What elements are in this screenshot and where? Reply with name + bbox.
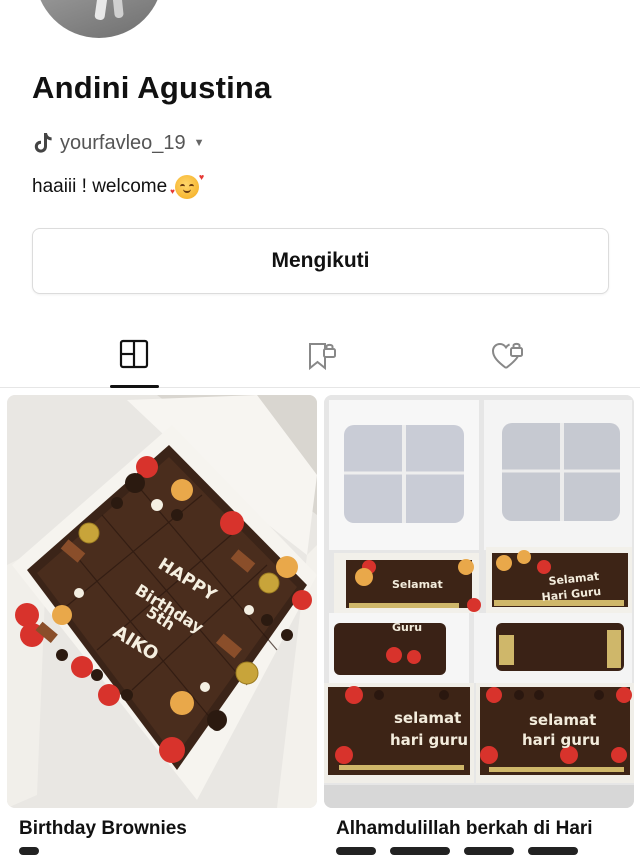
post-thumbnail[interactable]: HAPPY Birthday 5th AIKO bbox=[7, 395, 317, 808]
heart-lock-icon bbox=[491, 342, 523, 369]
cake-text-selamat: selamat bbox=[529, 711, 596, 729]
profile-name: Andini Agustina bbox=[32, 70, 272, 105]
post-meta-cropped bbox=[19, 847, 299, 855]
bookmark-lock-icon bbox=[309, 343, 336, 371]
post-card[interactable]: HAPPY Birthday 5th AIKO Birthday Brownie… bbox=[7, 395, 317, 855]
cake-text-selamat: selamat bbox=[394, 709, 461, 727]
post-title: Alhamdulillah berkah di Hari bbox=[336, 818, 593, 839]
grid-layout-icon bbox=[119, 339, 149, 369]
profile-tabs bbox=[0, 330, 640, 388]
brownie-boxes-photo: Selamat Selamat Hari Guru Guru selamat h… bbox=[324, 395, 634, 808]
cake-text-selamat: Selamat bbox=[392, 578, 443, 591]
cake-text-hari-guru: hari guru bbox=[522, 731, 600, 749]
post-thumbnail[interactable]: Selamat Selamat Hari Guru Guru selamat h… bbox=[324, 395, 634, 808]
avatar-photo-detail bbox=[94, 0, 110, 21]
tiktok-handle[interactable]: yourfavleo_19 ▼ bbox=[32, 130, 205, 156]
tab-saved[interactable] bbox=[292, 330, 352, 388]
bio-text: haaiii ! welcome bbox=[32, 176, 168, 197]
cake-text-guru: Guru bbox=[392, 621, 422, 634]
chevron-down-icon: ▼ bbox=[193, 137, 205, 149]
tab-liked[interactable] bbox=[478, 330, 538, 388]
profile-bio: haaiii ! welcome ♥ ♥ bbox=[32, 172, 204, 199]
tab-posts[interactable] bbox=[104, 330, 164, 388]
posts-grid: HAPPY Birthday 5th AIKO Birthday Brownie… bbox=[0, 388, 640, 855]
post-meta-cropped bbox=[336, 847, 616, 855]
profile-avatar[interactable] bbox=[35, 0, 163, 38]
brownie-photo: HAPPY Birthday 5th AIKO bbox=[7, 395, 317, 808]
post-title: Birthday Brownies bbox=[19, 818, 187, 839]
post-card[interactable]: Selamat Selamat Hari Guru Guru selamat h… bbox=[324, 395, 634, 855]
handle-text: yourfavleo_19 bbox=[60, 131, 186, 154]
avatar-photo-detail bbox=[111, 0, 124, 19]
tiktok-icon bbox=[34, 133, 52, 153]
following-button[interactable]: Mengikuti bbox=[32, 228, 609, 294]
cake-text-hari-guru: hari guru bbox=[390, 731, 468, 749]
smiling-face-with-hearts-icon: ♥ ♥ bbox=[170, 172, 204, 199]
